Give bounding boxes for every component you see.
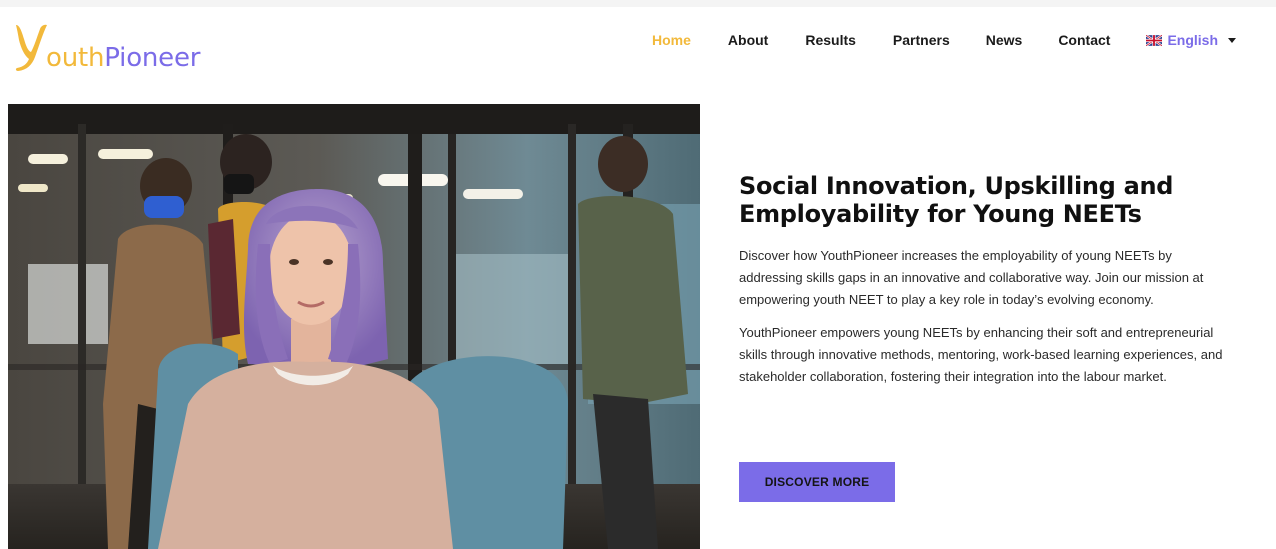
nav-item-contact[interactable]: Contact bbox=[1058, 32, 1110, 48]
logo-text-pioneer: Pioneer bbox=[104, 43, 201, 73]
hero-photo bbox=[8, 104, 700, 549]
uk-flag-icon bbox=[1146, 34, 1163, 46]
hero-title: Social Innovation, Upskilling and Employ… bbox=[739, 172, 1174, 228]
page: outhPioneer Home About Results Partners … bbox=[0, 0, 1276, 549]
main-nav: Home About Results Partners News Contact… bbox=[652, 29, 1236, 51]
hero-content: Social Innovation, Upskilling and Employ… bbox=[739, 172, 1239, 388]
caret-down-icon bbox=[1228, 37, 1236, 43]
hero-photo-illustration bbox=[8, 104, 700, 549]
discover-more-button[interactable]: DISCOVER MORE bbox=[739, 462, 895, 502]
logo-text-outh: outh bbox=[46, 43, 105, 73]
site-header: outhPioneer Home About Results Partners … bbox=[0, 7, 1276, 77]
nav-item-home[interactable]: Home bbox=[652, 32, 691, 48]
hero-paragraph-1: Discover how YouthPioneer increases the … bbox=[739, 248, 1204, 307]
nav-item-partners[interactable]: Partners bbox=[893, 32, 950, 48]
nav-item-results[interactable]: Results bbox=[805, 32, 856, 48]
nav-item-about[interactable]: About bbox=[728, 32, 768, 48]
logo-wordmark: outhPioneer bbox=[46, 45, 200, 71]
top-strip bbox=[0, 0, 1276, 7]
language-label: English bbox=[1167, 32, 1218, 48]
nav-item-news[interactable]: News bbox=[986, 32, 1023, 48]
hero-paragraph-2: YouthPioneer empowers young NEETs by enh… bbox=[739, 325, 1223, 384]
logo-link[interactable]: outhPioneer bbox=[12, 17, 200, 73]
language-selector[interactable]: English bbox=[1146, 32, 1236, 48]
